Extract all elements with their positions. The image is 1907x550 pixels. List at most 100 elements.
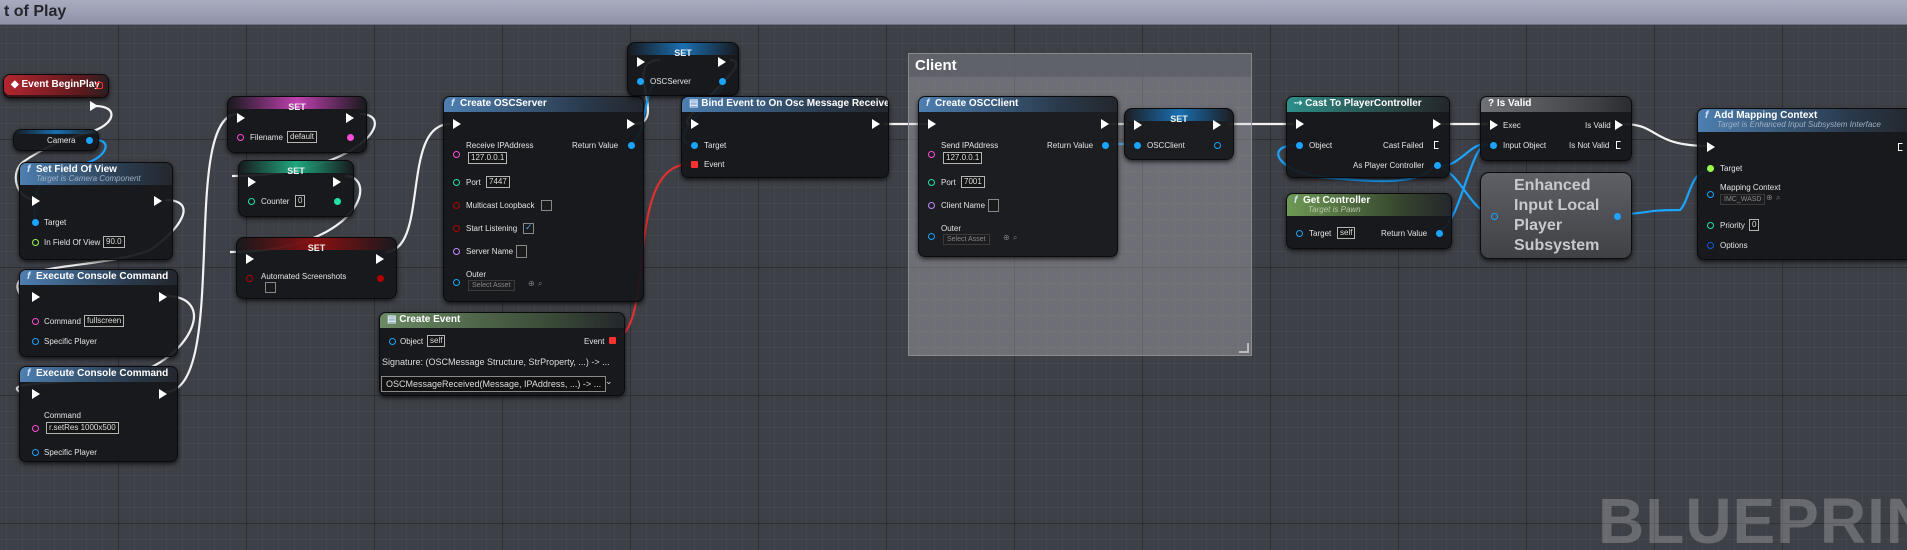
search-icon[interactable]: ⌕ (1013, 233, 1017, 243)
exec-input-pin[interactable] (453, 119, 461, 129)
counter-input-pin[interactable] (248, 198, 255, 205)
priority-input-pin[interactable] (1707, 222, 1714, 229)
player-input-pin[interactable] (32, 449, 39, 456)
fov-value-field[interactable]: 90.0 (103, 236, 125, 248)
osc-client-input-pin[interactable] (1134, 142, 1141, 149)
player-input-pin[interactable] (32, 338, 39, 345)
object-value-field[interactable]: self (427, 335, 446, 347)
filename-output-pin[interactable] (347, 134, 354, 141)
command-input-pin[interactable] (32, 318, 39, 325)
search-icon[interactable]: ⌕ (1776, 193, 1780, 203)
exec-output-pin[interactable] (718, 57, 726, 67)
port-input-pin[interactable] (453, 179, 460, 186)
browse-icon[interactable]: ⊕ (1766, 193, 1773, 202)
target-input-pin[interactable] (1707, 165, 1714, 172)
browse-icon[interactable]: ⊕ (528, 279, 535, 288)
exec-input-pin[interactable] (32, 196, 40, 206)
create-osc-client-node[interactable]: f Create OSCClient Send IPAddress 127.0.0… (918, 96, 1118, 257)
exec-input-pin[interactable] (32, 389, 40, 399)
as-player-controller-output-pin[interactable] (1434, 162, 1441, 169)
subsystem-input-pin[interactable] (1491, 213, 1498, 220)
exec-input-pin[interactable] (237, 113, 245, 123)
exec-output-pin[interactable] (333, 177, 341, 187)
chevron-down-icon[interactable]: ⌄ (605, 376, 613, 387)
osc-server-output-pin[interactable] (719, 78, 726, 85)
exec-output-pin[interactable] (90, 101, 98, 111)
exec-output-pin[interactable] (1898, 143, 1905, 151)
mapping-context-input-pin[interactable] (1707, 191, 1714, 198)
execute-console-command-node[interactable]: f Execute Console Command Command fullscr… (19, 269, 178, 357)
outer-input-pin[interactable] (928, 233, 935, 240)
add-mapping-context-node[interactable]: f Add Mapping Context Target is Enhanced … (1697, 108, 1907, 260)
return-output-pin[interactable] (628, 142, 635, 149)
return-output-pin[interactable] (1436, 230, 1443, 237)
exec-input-pin[interactable] (248, 177, 256, 187)
port-value-field[interactable]: 7447 (486, 176, 510, 188)
return-output-pin[interactable] (1102, 142, 1109, 149)
command-value-field[interactable]: r.setRes 1000x500 (46, 422, 119, 434)
is-valid-exec-pin[interactable] (1615, 120, 1623, 130)
input-object-pin[interactable] (1490, 142, 1497, 149)
object-input-pin[interactable] (389, 338, 396, 345)
resize-grip-icon[interactable] (1239, 343, 1249, 353)
options-input-pin[interactable] (1707, 242, 1714, 249)
delegate-output-pin[interactable] (96, 82, 103, 89)
target-input-pin[interactable] (691, 142, 698, 149)
outer-asset-dropdown[interactable]: Select Asset (943, 234, 990, 245)
screenshots-checkbox[interactable] (265, 282, 276, 293)
get-controller-node[interactable]: f Get Controller Target is Pawn Target se… (1286, 193, 1452, 249)
set-counter-node[interactable]: SET Counter 0 (238, 160, 354, 217)
is-valid-node[interactable]: ? Is Valid Exec Is Valid Input Object Is… (1480, 96, 1632, 161)
exec-output-pin[interactable] (159, 292, 167, 302)
exec-input-pin[interactable] (1707, 142, 1715, 152)
osc-client-output-pin[interactable] (1214, 142, 1221, 149)
set-filename-node[interactable]: SET Filename default (227, 96, 367, 153)
server-name-input-pin[interactable] (453, 248, 460, 255)
command-value-field[interactable]: fullscreen (84, 315, 125, 327)
listen-input-pin[interactable] (453, 225, 460, 232)
create-event-node[interactable]: ▤ Create Event Object self Event Signatu… (379, 312, 625, 396)
priority-value-field[interactable]: 0 (1749, 219, 1760, 231)
set-field-of-view-node[interactable]: f Set Field Of View Target is Camera Comp… (19, 162, 173, 260)
port-input-pin[interactable] (928, 179, 935, 186)
browse-icon[interactable]: ⊕ (1003, 233, 1010, 242)
event-input-pin[interactable] (691, 161, 698, 168)
target-input-pin[interactable] (32, 219, 39, 226)
target-input-pin[interactable] (1296, 230, 1303, 237)
execute-console-command-node[interactable]: f Execute Console Command Command r.setRe… (19, 366, 178, 462)
multicast-checkbox[interactable] (541, 200, 552, 211)
cast-to-player-controller-node[interactable]: ⇢ Cast To PlayerController Object Cast F… (1286, 96, 1450, 178)
exec-output-pin[interactable] (627, 119, 635, 129)
exec-output-pin[interactable] (872, 119, 880, 129)
search-icon[interactable]: ⌕ (538, 279, 542, 289)
command-input-pin[interactable] (32, 425, 39, 432)
exec-input-pin[interactable] (32, 292, 40, 302)
exec-output-pin[interactable] (159, 389, 167, 399)
object-input-pin[interactable] (1296, 142, 1303, 149)
client-name-input-pin[interactable] (928, 202, 935, 209)
is-not-valid-exec-pin[interactable] (1616, 141, 1623, 149)
comment-title[interactable]: Client (909, 54, 1251, 77)
counter-value-field[interactable]: 0 (295, 195, 306, 207)
exec-output-pin[interactable] (154, 196, 162, 206)
counter-output-pin[interactable] (334, 198, 341, 205)
cast-failed-exec-pin[interactable] (1434, 141, 1441, 149)
outer-asset-dropdown[interactable]: Select Asset (468, 280, 515, 291)
set-automated-screenshots-node[interactable]: SET Automated Screenshots (236, 237, 397, 299)
set-osc-client-node[interactable]: SET OSCClient (1124, 108, 1234, 160)
exec-input-pin[interactable] (1134, 120, 1142, 130)
ip-input-pin[interactable] (928, 151, 935, 158)
client-name-field[interactable] (988, 199, 999, 212)
listen-checkbox[interactable] (523, 222, 534, 234)
camera-variable-node[interactable]: Camera (13, 129, 99, 151)
screenshots-output-pin[interactable] (377, 275, 384, 282)
port-value-field[interactable]: 7001 (961, 176, 985, 188)
mapping-context-dropdown[interactable]: IMC_WASD (1720, 194, 1766, 205)
screenshots-input-pin[interactable] (246, 275, 253, 282)
multicast-input-pin[interactable] (453, 202, 460, 209)
server-name-field[interactable] (516, 245, 527, 258)
filename-input-pin[interactable] (237, 134, 244, 141)
exec-output-pin[interactable] (346, 113, 354, 123)
osc-server-input-pin[interactable] (637, 78, 644, 85)
object-output-pin[interactable] (86, 137, 93, 144)
